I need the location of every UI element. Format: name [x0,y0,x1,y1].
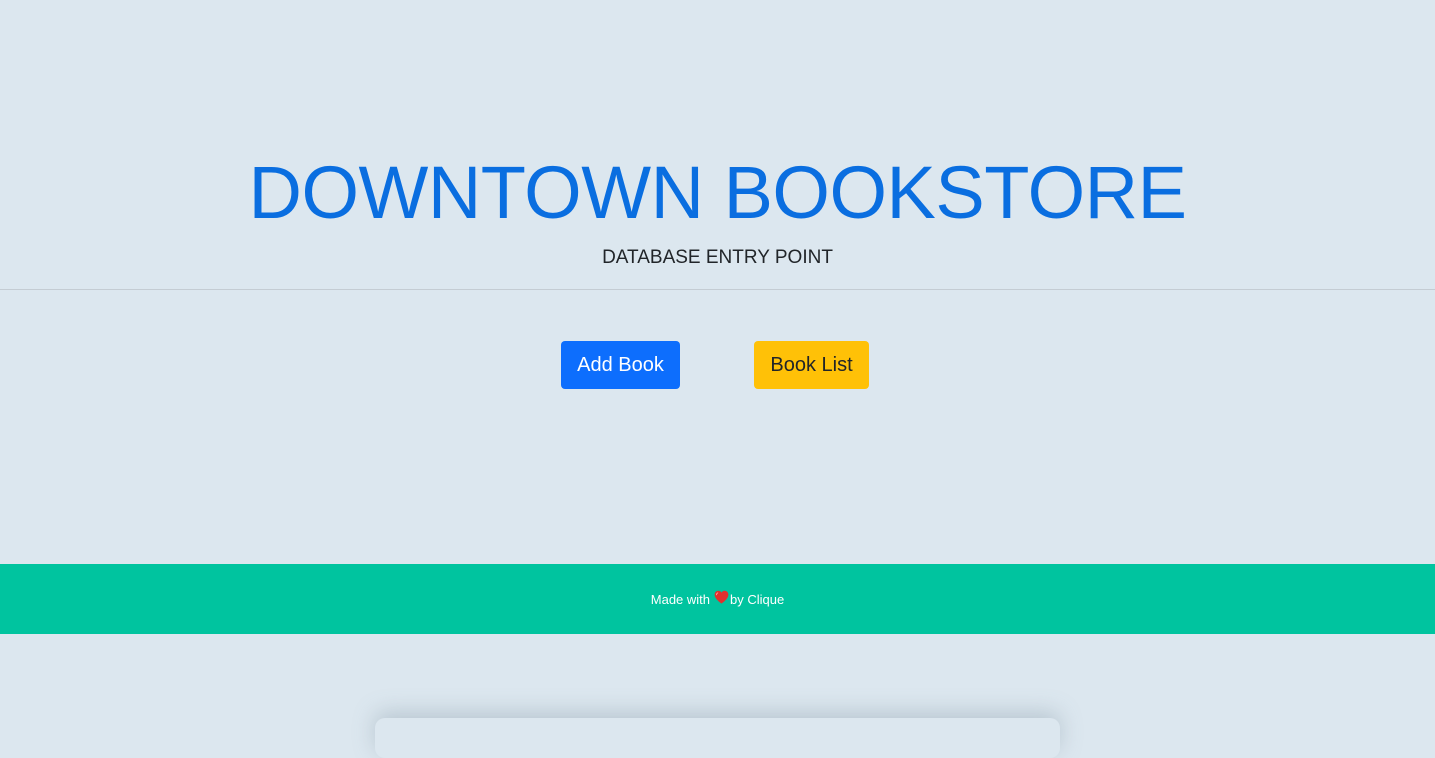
content-card [375,718,1060,758]
page-title: DOWNTOWN BOOKSTORE [248,151,1187,234]
footer: Made with by Clique [0,564,1435,634]
book-list-button[interactable]: Book List [754,341,869,389]
hero-section: DOWNTOWN BOOKSTORE DATABASE ENTRY POINT [0,0,1435,289]
page-subtitle: DATABASE ENTRY POINT [602,247,833,268]
footer-text-before: Made with [650,592,711,607]
footer-text-after: by Clique [730,592,785,607]
heart-icon [714,564,729,636]
section-divider [0,289,1435,290]
add-book-button[interactable]: Add Book [561,341,680,389]
